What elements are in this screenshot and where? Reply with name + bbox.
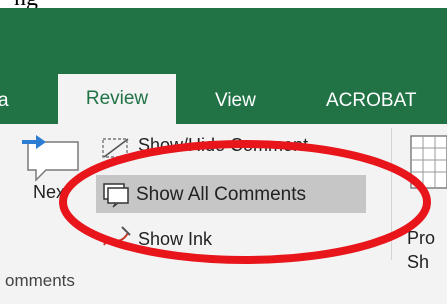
show-hide-comment-button[interactable]: Show/Hide Comment (100, 135, 378, 163)
show-ink-button[interactable]: Show Ink (100, 223, 320, 251)
show-all-comments-label: Show All Comments (136, 184, 307, 205)
show-all-comments-icon (96, 175, 136, 218)
show-ink-label: Show Ink (138, 229, 213, 249)
next-button-label[interactable]: Nex (33, 182, 65, 203)
title-bar (0, 8, 447, 74)
protect-sheet-label-line-2: Sh (407, 252, 430, 272)
comments-group-label: omments (5, 271, 75, 290)
group-separator (391, 128, 392, 260)
tab-partial[interactable]: a (0, 84, 9, 124)
tab-acrobat[interactable]: ACROBAT (326, 84, 416, 124)
show-ink-icon (100, 223, 134, 251)
protect-sheet-label-line-1: Pro (407, 228, 436, 248)
show-all-comments-button[interactable]: Show All Comments (96, 175, 366, 213)
protect-sheet-label[interactable]: Pro Sh (407, 226, 435, 274)
next-comment-icon[interactable] (20, 132, 84, 187)
show-hide-comment-icon (100, 135, 132, 163)
caption-text: ng (14, 0, 38, 8)
caption-text-fragment: ng (0, 0, 447, 8)
show-hide-comment-label: Show/Hide Comment (138, 135, 309, 155)
tab-view[interactable]: View (215, 84, 256, 124)
protect-sheet-icon[interactable] (409, 134, 447, 197)
tab-review[interactable]: Review (58, 74, 176, 126)
